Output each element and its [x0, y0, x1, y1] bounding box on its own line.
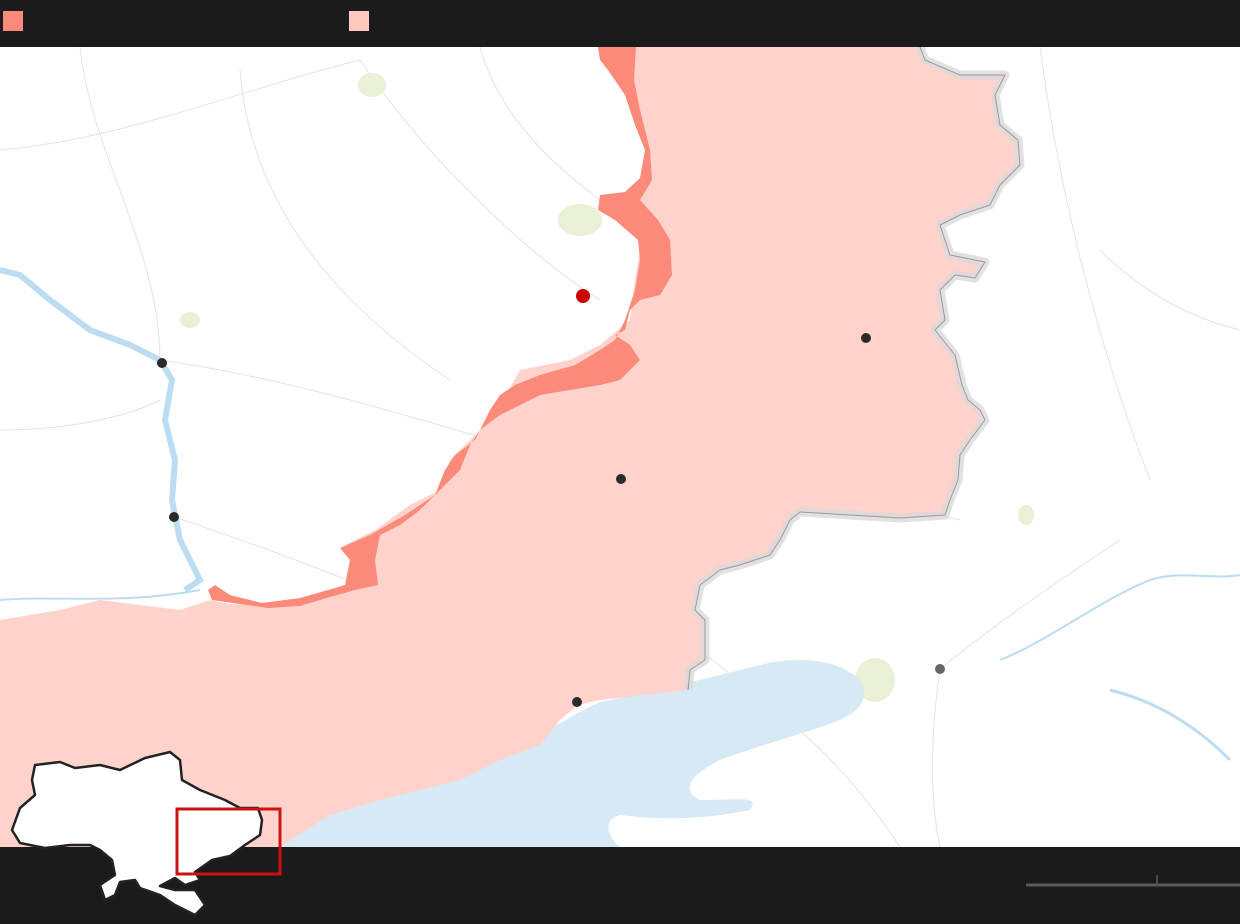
- legend-swatch-occupied: [349, 11, 369, 31]
- city-dot: [616, 474, 626, 484]
- city-dot: [935, 664, 945, 674]
- ukraine-outline: [10, 750, 264, 917]
- map-canvas[interactable]: [0, 47, 1240, 847]
- legend-bar: [0, 0, 1240, 47]
- legend-item-recent-advance: [3, 11, 31, 31]
- city-dot: [572, 697, 582, 707]
- legend-item-occupied: [349, 11, 377, 31]
- inset-locator-map: [10, 750, 282, 917]
- highlight-city-dot: [576, 289, 590, 303]
- scale-bar: [1026, 875, 1240, 887]
- map-svg: [0, 47, 1240, 847]
- city-dot: [157, 358, 167, 368]
- city-dot: [169, 512, 179, 522]
- legend-swatch-recent-advance: [3, 11, 23, 31]
- city-dot: [861, 333, 871, 343]
